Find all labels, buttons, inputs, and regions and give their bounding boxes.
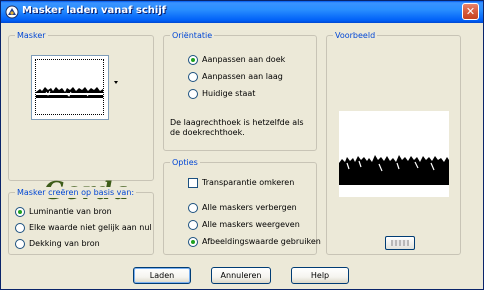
options-group: Opties Transparantie omkeren Alle masker… bbox=[163, 157, 321, 255]
radio-label: Alle maskers weergeven bbox=[202, 220, 300, 229]
load-button-label: Laden bbox=[149, 271, 175, 280]
orientation-legend: Oriëntatie bbox=[170, 30, 215, 41]
radio-button[interactable] bbox=[188, 220, 198, 230]
preview-group: Voorbeeld bbox=[326, 30, 461, 255]
mask-source-legend: Masker creëren op basis van: bbox=[15, 187, 137, 198]
orientation-info-text: De laagrechthoek is hetzelfde als de doe… bbox=[170, 118, 304, 137]
mask-source-group: Masker creëren op basis van: Luminantie … bbox=[8, 187, 154, 255]
preview-options-button[interactable] bbox=[385, 236, 415, 250]
mask-silhouette-image bbox=[36, 87, 103, 98]
radio-label: Alle maskers verbergen bbox=[202, 203, 297, 212]
dialog-window: Masker laden vanaf schijf ✕ Masker Gerda… bbox=[0, 0, 484, 290]
window-title: Masker laden vanaf schijf bbox=[22, 5, 167, 16]
close-button[interactable]: ✕ bbox=[462, 3, 479, 20]
mask-thumbnail-selector[interactable] bbox=[31, 55, 109, 120]
close-icon: ✕ bbox=[465, 5, 476, 18]
mask-group: Masker Gerda bbox=[8, 30, 154, 205]
checkbox[interactable] bbox=[188, 178, 198, 188]
options-legend: Opties bbox=[170, 157, 200, 168]
title-bar[interactable]: Masker laden vanaf schijf ✕ bbox=[1, 1, 483, 23]
radio-button[interactable] bbox=[15, 239, 25, 249]
radio-button[interactable] bbox=[15, 223, 25, 233]
mask-group-legend: Masker bbox=[15, 30, 48, 41]
preview-image bbox=[339, 111, 449, 197]
radio-button[interactable] bbox=[188, 72, 198, 82]
radio-label: Luminantie van bron bbox=[29, 207, 112, 216]
preview-mask-silhouette bbox=[339, 155, 449, 197]
radio-label: Dekking van bron bbox=[29, 239, 100, 248]
radio-button[interactable] bbox=[188, 89, 198, 99]
chevron-down-icon[interactable] bbox=[114, 81, 118, 84]
load-button[interactable]: Laden bbox=[133, 267, 191, 284]
radio-label: Elke waarde niet gelijk aan nul bbox=[29, 223, 152, 232]
radio-button[interactable] bbox=[15, 207, 25, 217]
cancel-button[interactable]: Annuleren bbox=[211, 267, 271, 284]
radio-label: Aanpassen aan doek bbox=[202, 55, 286, 64]
cancel-button-label: Annuleren bbox=[220, 271, 262, 280]
orientation-group: Oriëntatie Aanpassen aan doek Aanpassen … bbox=[163, 30, 317, 151]
help-button-label: Help bbox=[310, 271, 330, 280]
help-button[interactable]: Help bbox=[291, 267, 349, 284]
radio-button[interactable] bbox=[188, 203, 198, 213]
checker-icon bbox=[391, 240, 409, 246]
radio-button[interactable] bbox=[188, 55, 198, 65]
radio-label: Afbeeldingswaarde gebruiken bbox=[202, 237, 321, 246]
radio-label: Aanpassen aan laag bbox=[202, 72, 283, 81]
preview-legend: Voorbeeld bbox=[333, 30, 378, 41]
radio-label: Huidige staat bbox=[202, 89, 256, 98]
checkbox-label: Transparantie omkeren bbox=[202, 178, 295, 187]
mask-thumbnail-image bbox=[35, 59, 104, 115]
radio-button[interactable] bbox=[188, 237, 198, 247]
paint-shop-app-icon bbox=[5, 5, 19, 19]
